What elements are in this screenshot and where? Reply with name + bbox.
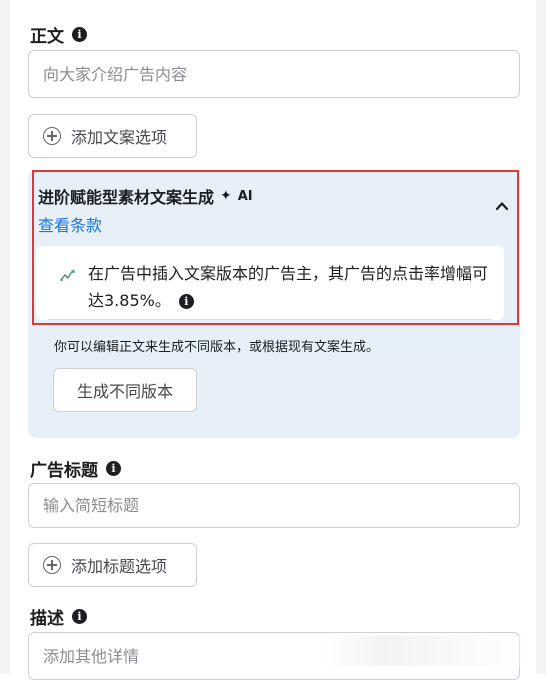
- trend-up-icon: [60, 269, 75, 282]
- watermark-blur: [322, 636, 532, 666]
- info-icon[interactable]: i: [106, 461, 121, 476]
- info-icon[interactable]: i: [178, 294, 194, 309]
- info-icon[interactable]: i: [72, 609, 87, 624]
- left-edge: [0, 0, 10, 674]
- generate-versions-button[interactable]: 生成不同版本: [53, 368, 197, 412]
- plus-circle-icon: [43, 127, 61, 145]
- ai-stat-card: 在广告中插入文案版本的广告主，其广告的点击率增幅可达3.85%。 i: [36, 246, 504, 320]
- description-label-row: 描述 i: [30, 604, 87, 629]
- ai-title-row: 进阶赋能型素材文案生成 ✦ AI: [38, 184, 253, 208]
- body-text-input[interactable]: [28, 50, 520, 98]
- ai-panel-header: 进阶赋能型素材文案生成 ✦ AI 查看条款: [38, 184, 253, 236]
- chevron-up-icon[interactable]: [496, 200, 508, 212]
- description-field-label: 描述: [30, 609, 64, 629]
- ai-copy-generation-panel: 进阶赋能型素材文案生成 ✦ AI 查看条款 在广告中插入文案版本的广告主，其广告…: [28, 170, 520, 438]
- add-headline-option-label: 添加标题选项: [71, 557, 168, 576]
- right-edge: [536, 0, 546, 674]
- headline-text-input[interactable]: [28, 483, 520, 528]
- add-headline-option-button[interactable]: 添加标题选项: [28, 543, 197, 587]
- sparkle-icon: ✦: [220, 188, 232, 204]
- ai-stat-message: 在广告中插入文案版本的广告主，其广告的点击率增幅可达3.85%。: [88, 264, 489, 310]
- body-field-label: 正文: [30, 27, 64, 47]
- view-terms-link[interactable]: 查看条款: [38, 212, 253, 236]
- plus-circle-icon: [43, 556, 61, 574]
- headline-field-label: 广告标题: [30, 461, 98, 481]
- card-divider: [48, 319, 492, 320]
- body-label-row: 正文 i: [30, 22, 87, 47]
- ai-badge: AI: [237, 188, 253, 204]
- info-icon[interactable]: i: [72, 27, 87, 42]
- add-body-option-button[interactable]: 添加文案选项: [28, 114, 197, 158]
- ai-stat-text: 在广告中插入文案版本的广告主，其广告的点击率增幅可达3.85%。 i: [88, 260, 498, 314]
- ai-description: 你可以编辑正文来生成不同版本，或根据现有文案生成。: [54, 340, 380, 355]
- add-body-option-label: 添加文案选项: [71, 128, 168, 147]
- ai-panel-title: 进阶赋能型素材文案生成: [38, 188, 215, 207]
- headline-label-row: 广告标题 i: [30, 456, 121, 481]
